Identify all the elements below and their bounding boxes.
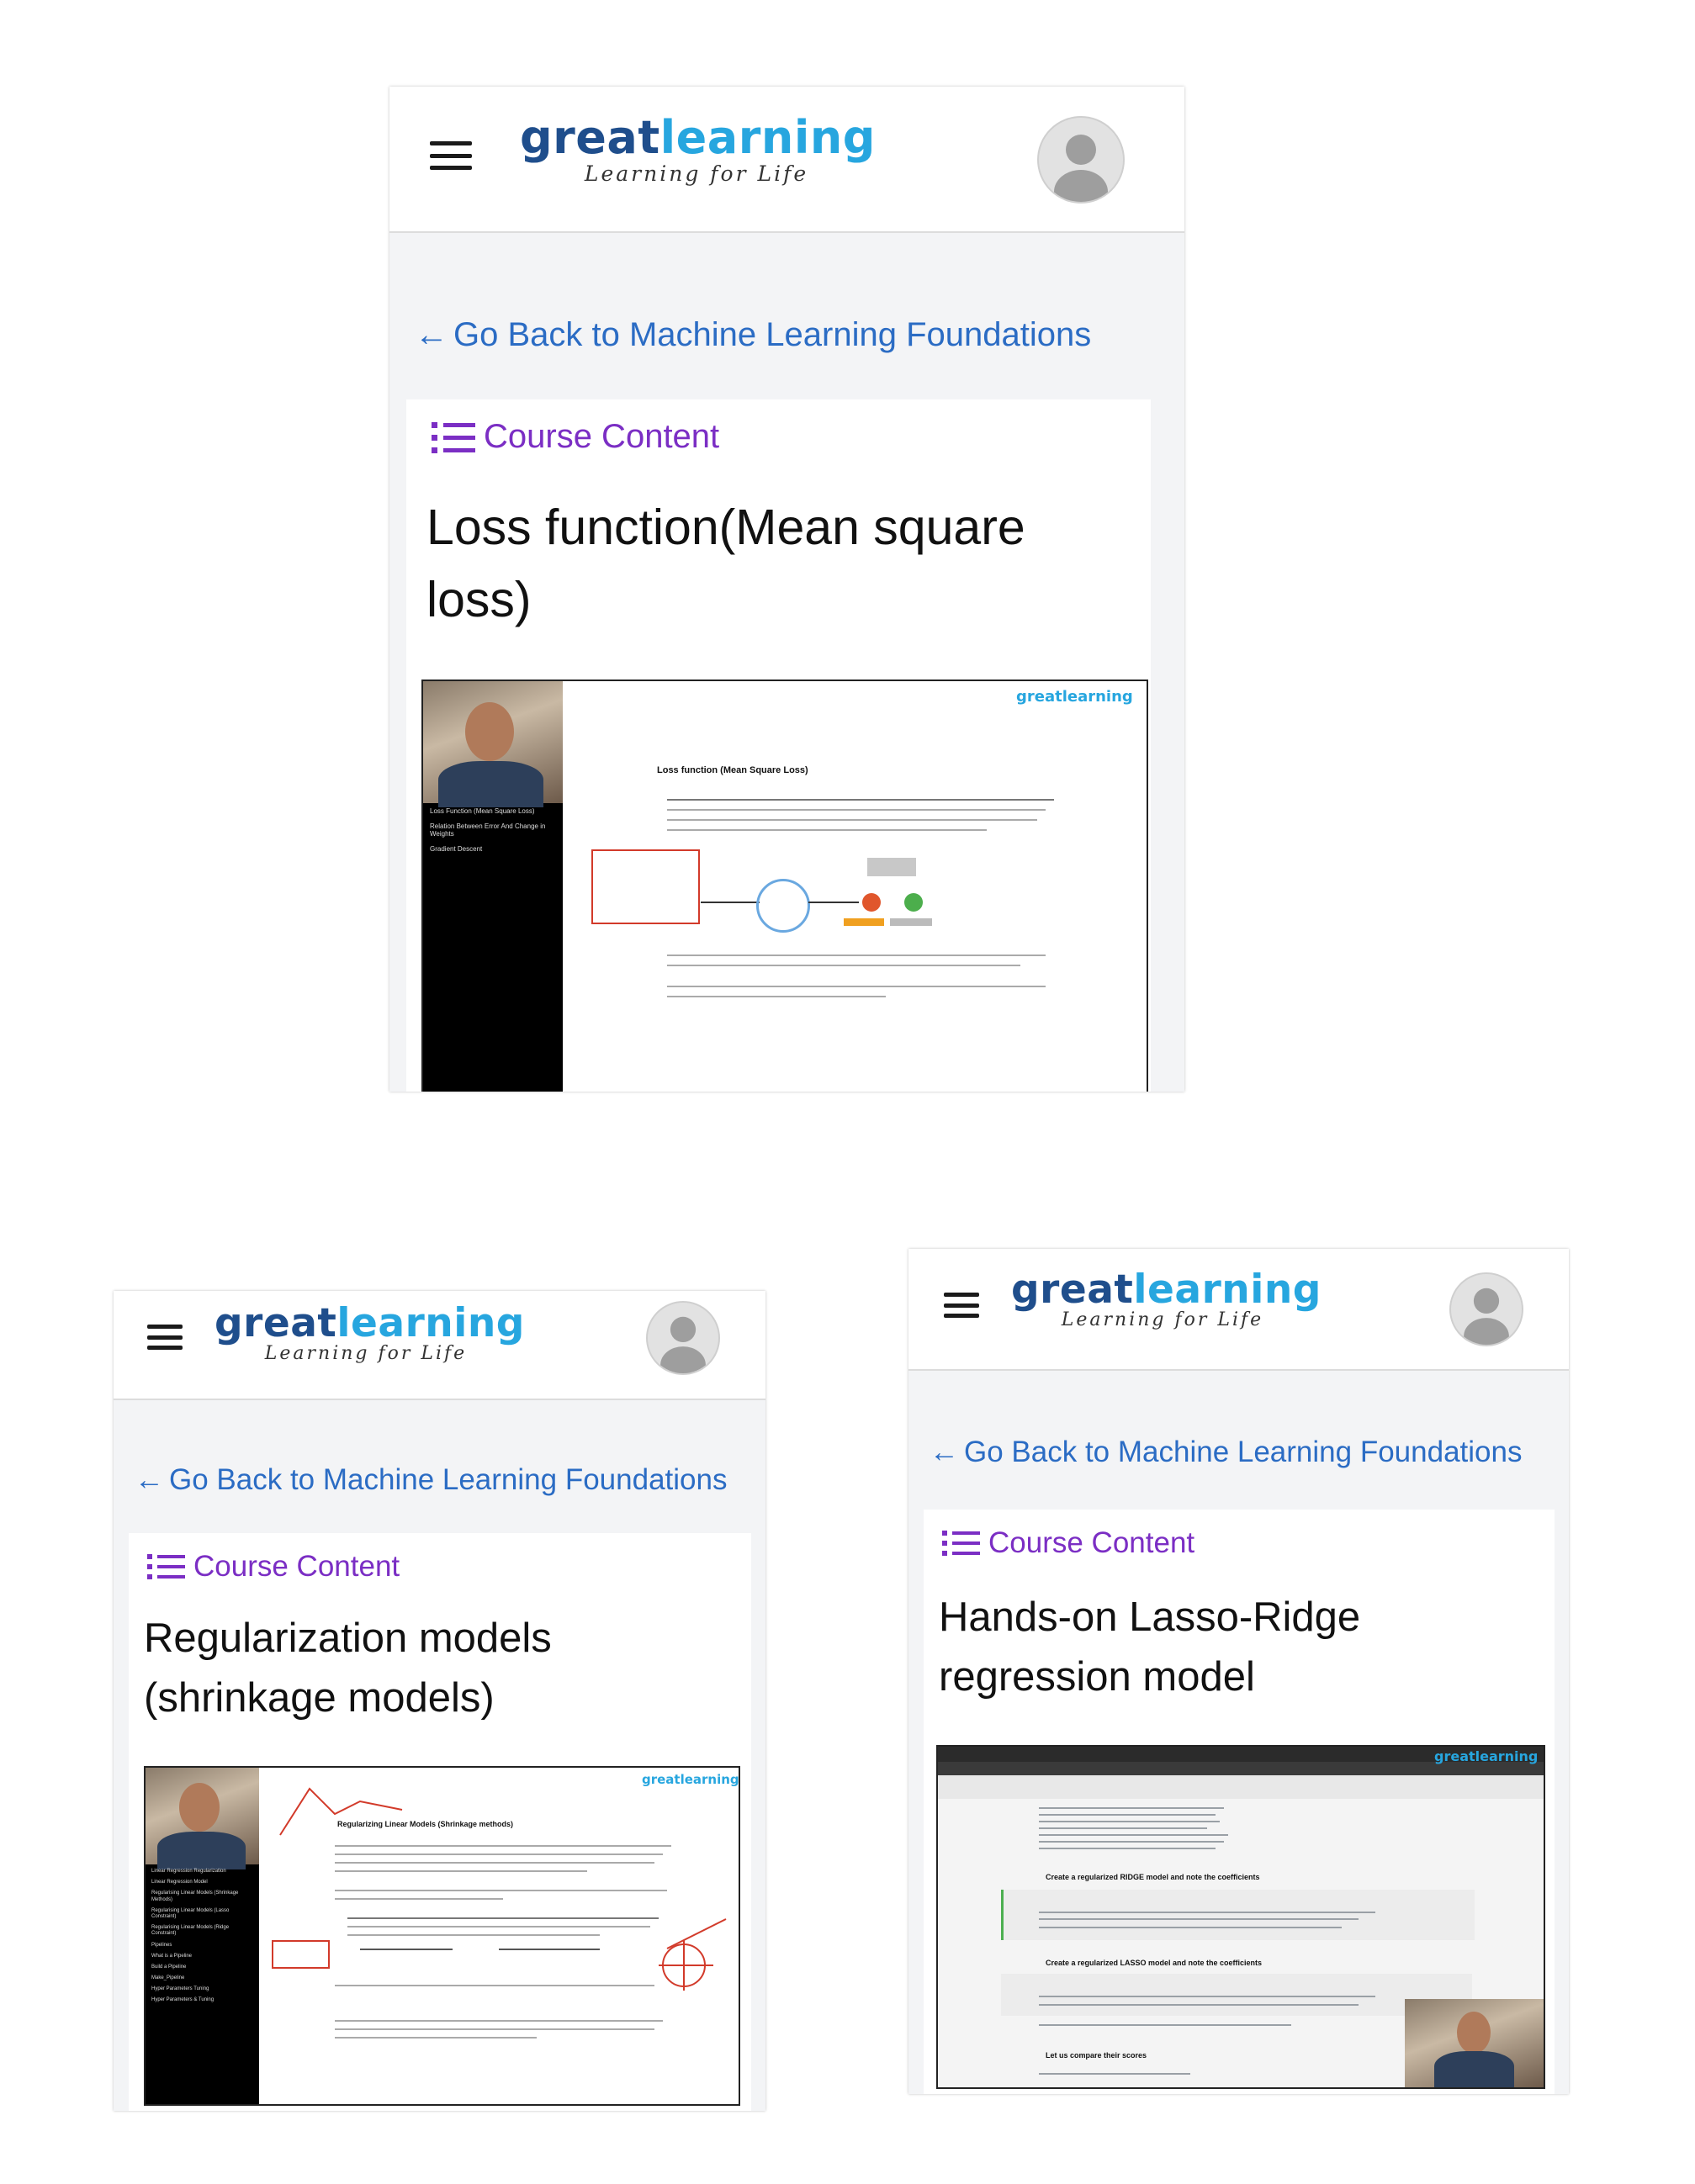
course-content-button[interactable]: Course Content (432, 418, 719, 456)
actual-output-node (904, 893, 923, 912)
app-header: greatlearning Learning for Life (114, 1291, 765, 1400)
arrow-left-icon: ← (930, 1436, 959, 1468)
playlist-item[interactable]: Hyper Parameters Tuning (151, 1986, 254, 1992)
playlist-item[interactable]: Regularising Linear Models (Lasso Constr… (151, 1908, 254, 1920)
logo-learning-text: learning (1133, 1267, 1322, 1313)
video-player[interactable]: greatlearning Create a regularized RIDGE… (936, 1745, 1545, 2089)
list-icon (942, 1529, 980, 1557)
playlist-item[interactable]: Hyper Parameters & Tuning (151, 1997, 254, 2003)
arrow-left-icon: ← (415, 316, 448, 353)
user-avatar-icon[interactable] (1037, 116, 1125, 204)
playlist-item[interactable]: Make_Pipeline (151, 1975, 254, 1981)
hamburger-menu-icon[interactable] (430, 141, 472, 170)
back-link-label: Go Back to Machine Learning Foundations (453, 316, 1092, 353)
playlist-item[interactable]: Loss Function (Mean Square Loss) (430, 807, 556, 816)
playlist-item[interactable]: Build a Pipeline (151, 1965, 254, 1970)
handwritten-constraint-drawing (659, 1918, 727, 1991)
course-content-label: Course Content (193, 1550, 400, 1583)
playlist-item[interactable]: Gradient Descent (430, 845, 556, 854)
logo-great-text: great (215, 1300, 337, 1346)
logo-tagline: Learning for Life (264, 1343, 468, 1364)
greatlearning-logo[interactable]: greatlearning Learning for Life (215, 1304, 524, 1364)
instructor-video-thumbnail (423, 681, 563, 807)
notebook-toolbar (938, 1775, 1544, 1799)
video-logo: greatlearning (1434, 1748, 1539, 1764)
app-header: greatlearning Learning for Life (389, 87, 1184, 233)
lesson-card: Course Content Regularization models (sh… (129, 1533, 751, 2111)
video-logo: greatlearning (1016, 688, 1133, 706)
hamburger-menu-icon[interactable] (944, 1293, 979, 1318)
back-to-course-link[interactable]: ← Go Back to Machine Learning Foundation… (415, 316, 1091, 354)
logo-great-text: great (520, 111, 660, 164)
back-link-label: Go Back to Machine Learning Foundations (169, 1463, 728, 1496)
lesson-title: Regularization models (shrinkage models) (144, 1616, 552, 1721)
logo-learning-text: learning (336, 1300, 525, 1346)
list-icon (432, 420, 475, 454)
model-node (756, 879, 810, 933)
video-player[interactable]: Loss Function (Mean Square Loss) Relatio… (421, 680, 1148, 1092)
course-content-label: Course Content (484, 418, 720, 455)
code-cell[interactable] (1001, 1890, 1475, 1940)
predicted-output-node (862, 893, 881, 912)
video-playlist: Loss Function (Mean Square Loss) Relatio… (430, 807, 556, 853)
back-to-course-link[interactable]: ← Go Back to Machine Learning Foundation… (930, 1436, 1522, 1469)
video-logo: greatlearning (642, 1772, 739, 1787)
playlist-item[interactable]: Relation Between Error And Change in Wei… (430, 822, 556, 838)
video-playlist: Linear Regression Regularization Linear … (151, 1869, 254, 2004)
logo-learning-text: learning (659, 111, 876, 164)
course-content-button[interactable]: Course Content (942, 1526, 1194, 1560)
handwritten-curve-drawing (279, 1787, 403, 1836)
playlist-item[interactable]: What is a Pipeline (151, 1954, 254, 1959)
user-avatar-icon[interactable] (1449, 1272, 1523, 1346)
compare-section-heading: Let us compare their scores (1046, 2051, 1147, 2060)
lesson-title: Loss function(Mean square loss) (426, 500, 1025, 627)
phone-screen-lasso-ridge: greatlearning Learning for Life ← Go Bac… (908, 1249, 1569, 2094)
logo-tagline: Learning for Life (584, 161, 809, 186)
lesson-card: Course Content Hands-on Lasso-Ridge regr… (924, 1510, 1555, 2094)
back-link-label: Go Back to Machine Learning Foundations (964, 1436, 1523, 1468)
playlist-item[interactable]: Linear Regression Model (151, 1880, 254, 1885)
playlist-item[interactable]: Pipelines (151, 1943, 254, 1949)
video-playlist-panel: Loss Function (Mean Square Loss) Relatio… (423, 681, 563, 1092)
list-icon (147, 1552, 185, 1581)
app-header: greatlearning Learning for Life (908, 1249, 1569, 1371)
ridge-section-heading: Create a regularized RIDGE model and not… (1046, 1873, 1260, 1881)
user-avatar-icon[interactable] (646, 1301, 720, 1375)
handwritten-table-drawing (591, 849, 700, 924)
video-player[interactable]: Linear Regression Regularization Linear … (144, 1766, 740, 2106)
lesson-card: Course Content Loss function(Mean square… (406, 399, 1151, 1092)
playlist-item[interactable]: Linear Regression Regularization (151, 1869, 254, 1875)
logo-tagline: Learning for Life (1061, 1309, 1264, 1330)
lasso-section-heading: Create a regularized LASSO model and not… (1046, 1959, 1263, 1967)
logo-great-text: great (1011, 1267, 1134, 1313)
course-content-label: Course Content (988, 1526, 1195, 1559)
greatlearning-logo[interactable]: greatlearning Learning for Life (520, 115, 875, 186)
instructor-video-thumbnail (1405, 1999, 1544, 2087)
instructor-video-thumbnail (146, 1768, 259, 1869)
playlist-item[interactable]: Regularising Linear Models (Shrinkage Me… (151, 1891, 254, 1902)
hamburger-menu-icon[interactable] (147, 1325, 183, 1350)
playlist-item[interactable]: Regularising Linear Models (Ridge Constr… (151, 1925, 254, 1937)
course-content-button[interactable]: Course Content (147, 1550, 400, 1584)
lesson-title: Hands-on Lasso-Ridge regression model (939, 1594, 1361, 1700)
arrow-left-icon: ← (135, 1463, 164, 1496)
greatlearning-logo[interactable]: greatlearning Learning for Life (1011, 1267, 1321, 1330)
slide-heading: Loss function (Mean Square Loss) (657, 765, 808, 775)
back-to-course-link[interactable]: ← Go Back to Machine Learning Foundation… (135, 1463, 727, 1497)
code-cell[interactable] (1001, 1974, 1472, 2016)
video-playlist-panel: Linear Regression Regularization Linear … (146, 1768, 259, 2104)
handwritten-table-drawing (272, 1940, 330, 1969)
phone-screen-regularization: greatlearning Learning for Life ← Go Bac… (114, 1291, 765, 2111)
phone-screen-loss-function: greatlearning Learning for Life ← Go Bac… (389, 87, 1184, 1092)
